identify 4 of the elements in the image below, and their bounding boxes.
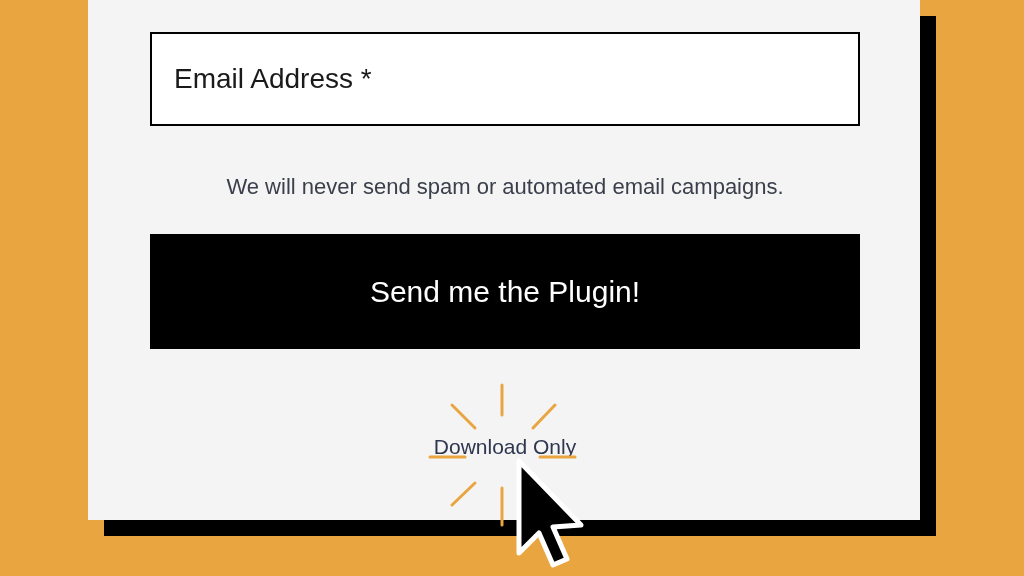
- privacy-note: We will never send spam or automated email campaigns.: [225, 173, 785, 201]
- email-field[interactable]: Email Address *: [150, 32, 860, 126]
- submit-button[interactable]: Send me the Plugin!: [150, 234, 860, 349]
- download-link[interactable]: Download Only: [150, 431, 860, 463]
